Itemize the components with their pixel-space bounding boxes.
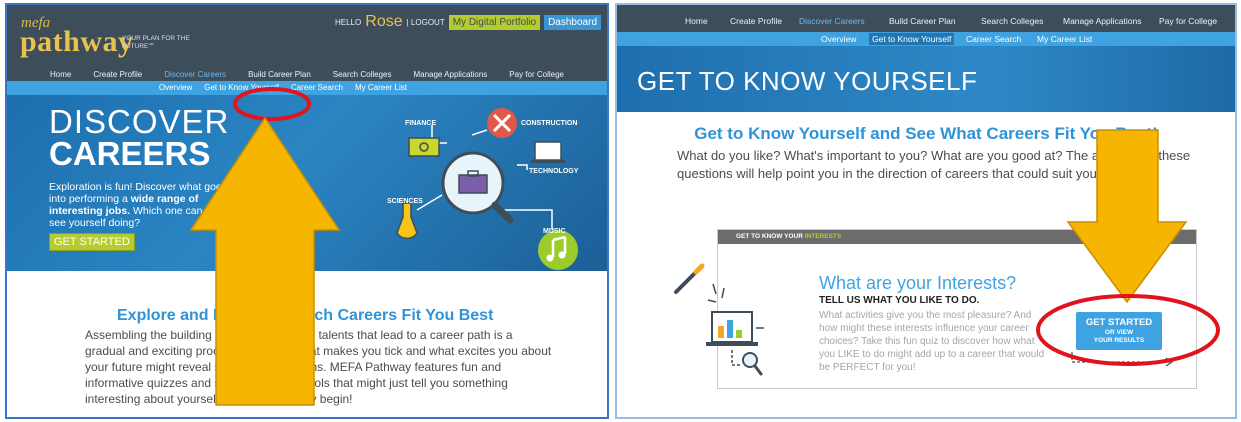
paintbrush-icon — [674, 263, 705, 294]
intro-text: What do you like? What's important to yo… — [677, 148, 1191, 181]
interests-card: GET TO KNOW YOUR INTERESTS What are your… — [674, 229, 1197, 389]
subnav-career-search[interactable]: Career Search — [966, 34, 1021, 44]
hero-banner: DISCOVER CAREERS Exploration is fun! Dis… — [7, 95, 607, 271]
button-line-1: GET STARTED — [1085, 317, 1153, 328]
logout-link[interactable]: | LOGOUT — [407, 18, 445, 27]
subnav-overview[interactable]: Overview — [159, 81, 192, 95]
sub-nav: Overview Get to Know Yourself Career Sea… — [7, 81, 607, 95]
card-text: What activities give you the most pleasu… — [819, 310, 1045, 373]
nav-search-colleges[interactable]: Search Colleges — [333, 69, 392, 81]
finance-icon — [408, 137, 440, 157]
left-screenshot: mefa pathway YOUR PLAN FOR THE FUTURE℠ H… — [5, 3, 609, 419]
sub-nav: Overview Get to Know Yourself Career Sea… — [617, 32, 1235, 46]
main-nav: Home Create Profile Discover Careers Bui… — [7, 69, 607, 81]
subnav-my-career-list[interactable]: My Career List — [355, 81, 407, 95]
button-line-3: YOUR RESULTS — [1093, 337, 1145, 344]
subnav-overview[interactable]: Overview — [821, 34, 856, 44]
nav-build-career-plan[interactable]: Build Career Plan — [889, 16, 956, 26]
subnav-get-to-know-yourself[interactable]: Get to Know Yourself — [869, 33, 955, 45]
label-technology: TECHNOLOGY — [529, 168, 579, 175]
subnav-get-to-know-yourself[interactable]: Get to Know Yourself — [204, 81, 279, 95]
label-construction: CONSTRUCTION — [521, 120, 578, 127]
nav-manage-applications[interactable]: Manage Applications — [1063, 16, 1141, 26]
label-finance: FINANCE — [405, 120, 437, 127]
card-header: GET TO KNOW YOUR INTERESTS — [718, 230, 1196, 244]
card-title: What are your Interests? — [819, 273, 1017, 293]
card-header-text: GET TO KNOW YOUR INTERESTS — [736, 233, 841, 240]
explore-section: Explore and Discover Which Careers Fit Y… — [7, 271, 607, 417]
nav-pay-for-college[interactable]: Pay for College — [509, 69, 564, 81]
magnifier-briefcase-icon — [441, 151, 514, 224]
nav-manage-applications[interactable]: Manage Applications — [413, 69, 487, 81]
music-icon — [538, 230, 578, 270]
site-header: mefa pathway YOUR PLAN FOR THE FUTURE℠ H… — [7, 5, 607, 69]
page-title: GET TO KNOW YOURSELF — [637, 66, 978, 96]
logo-tagline: YOUR PLAN FOR THE FUTURE℠ — [122, 35, 190, 50]
card-header-highlight: INTERESTS — [804, 233, 842, 240]
career-illustration — [396, 108, 578, 270]
nav-home[interactable]: Home — [685, 16, 708, 26]
card-subtitle: TELL US WHAT YOU LIKE TO DO. — [819, 295, 980, 306]
nav-home[interactable]: Home — [50, 69, 71, 81]
nav-build-career-plan[interactable]: Build Career Plan — [248, 69, 311, 81]
construction-icon — [487, 108, 517, 138]
subnav-my-career-list[interactable]: My Career List — [1037, 34, 1092, 44]
hello-label: HELLO — [335, 17, 362, 27]
subnav-career-search[interactable]: Career Search — [291, 81, 343, 95]
user-name: Rose — [365, 13, 403, 30]
nav-create-profile[interactable]: Create Profile — [93, 69, 142, 81]
nav-search-colleges[interactable]: Search Colleges — [981, 16, 1043, 26]
intro-section: Get to Know Yourself and See What Career… — [617, 112, 1235, 217]
dashed-arrow-icon — [1071, 352, 1174, 367]
nav-pay-for-college[interactable]: Pay for College — [1159, 16, 1217, 26]
page-banner: GET TO KNOW YOURSELF — [617, 46, 1235, 112]
laptop-chart-icon — [706, 311, 758, 346]
user-bar: HELLO Rose | LOGOUT My Digital Portfolio… — [335, 13, 601, 31]
nav-discover-careers[interactable]: Discover Careers — [799, 16, 865, 26]
explore-title: Explore and Discover Which Careers Fit Y… — [117, 307, 494, 324]
my-digital-portfolio-button[interactable]: My Digital Portfolio — [448, 14, 541, 30]
card-header-part1: GET TO KNOW YOUR — [736, 233, 805, 240]
nav-discover-careers[interactable]: Discover Careers — [164, 69, 226, 81]
label-music: MUSIC — [543, 228, 566, 235]
science-flask-icon — [396, 202, 418, 240]
main-nav: Home Create Profile Discover Careers Bui… — [617, 5, 1235, 32]
dashboard-button[interactable]: Dashboard — [544, 14, 601, 30]
intro-heading: Get to Know Yourself and See What Career… — [694, 124, 1158, 143]
get-started-or-view-results-button[interactable]: GET STARTED OR VIEW YOUR RESULTS — [1076, 312, 1162, 350]
label-sciences: SCIENCES — [387, 198, 423, 205]
technology-icon — [531, 141, 565, 163]
nav-create-profile[interactable]: Create Profile — [730, 16, 782, 26]
explore-text: Assembling the building blocks of skills… — [85, 328, 552, 406]
interests-illustration — [674, 263, 764, 376]
magnifier-icon — [742, 352, 763, 376]
button-line-2: OR VIEW — [1104, 329, 1134, 336]
logo-pathway[interactable]: pathway — [20, 25, 134, 59]
right-screenshot: Home Create Profile Discover Careers Bui… — [615, 3, 1237, 419]
